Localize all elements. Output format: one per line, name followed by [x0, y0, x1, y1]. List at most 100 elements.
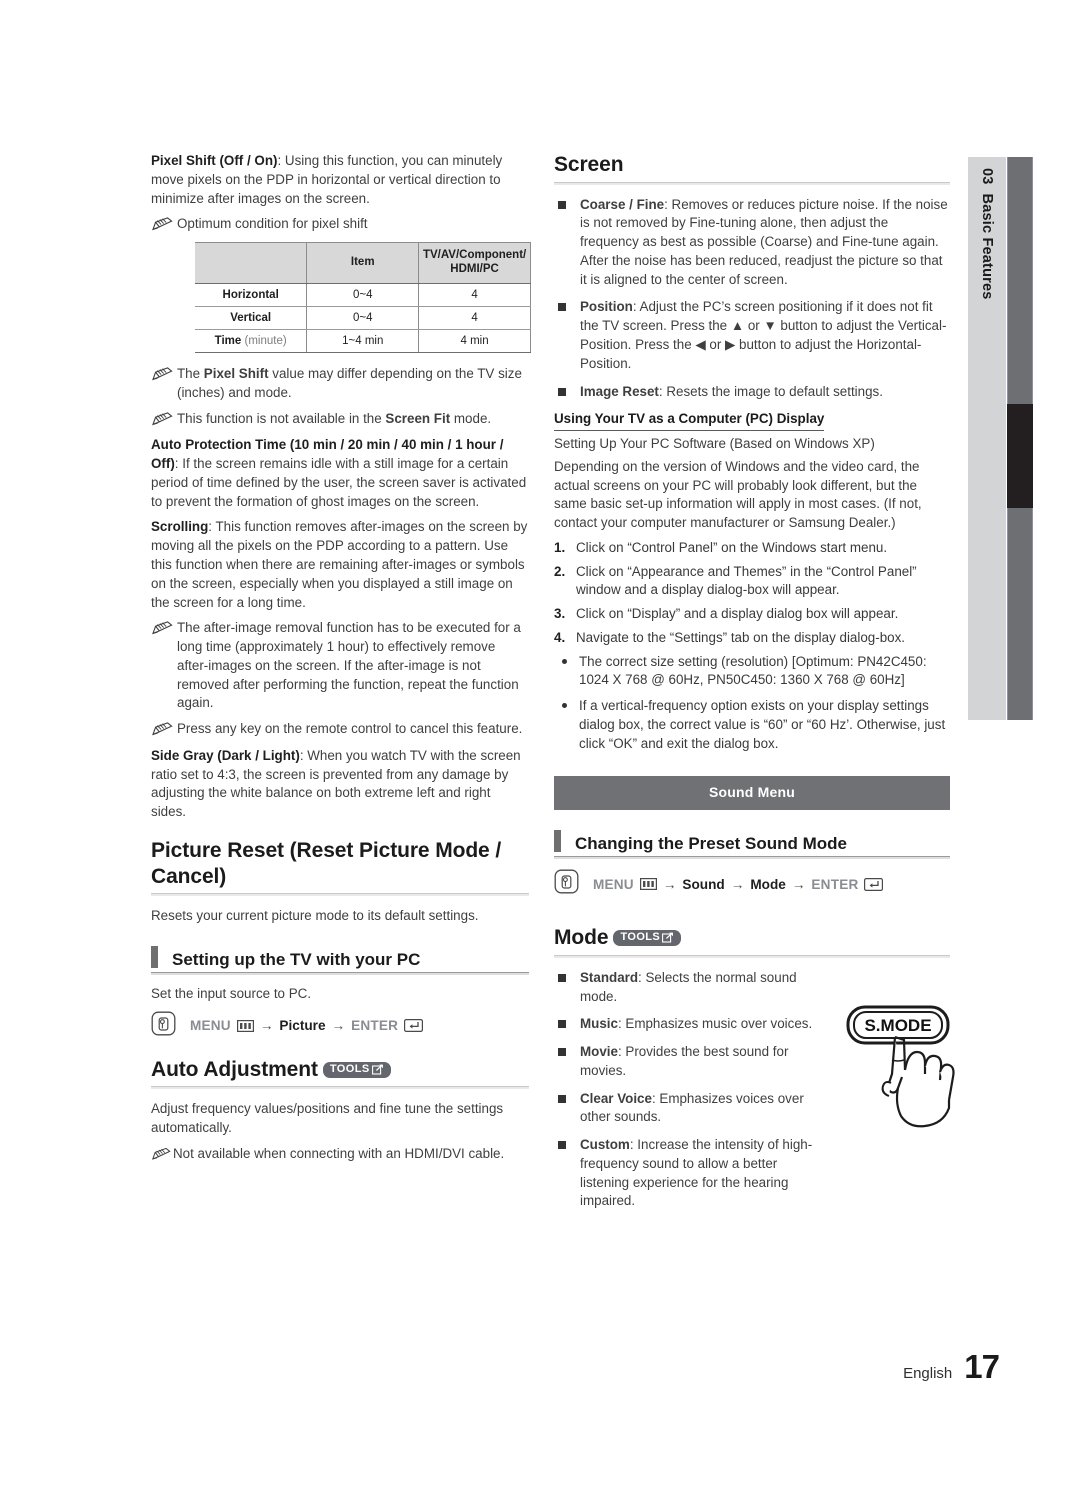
- mode-bullet-list: Standard: Selects the normal sound mode.…: [554, 969, 819, 1211]
- step-text: Click on “Control Panel” on the Windows …: [576, 539, 888, 555]
- bullet-term: Clear Voice: [580, 1090, 652, 1106]
- pc-display-subheading: Setting Up Your PC Software (Based on Wi…: [554, 436, 875, 452]
- picture-reset-body: Resets your current picture mode to its …: [151, 908, 479, 924]
- chapter-tab-label: 03 Basic Features: [968, 163, 1006, 726]
- table-cell-item: 0~4: [306, 282, 420, 307]
- auto-protection-text: : If the screen remains idle with a stil…: [151, 456, 527, 509]
- mode-heading: Mode TOOLS: [554, 925, 950, 951]
- table-cell-item: 1~4 min: [306, 328, 420, 354]
- page-footer: English 17: [903, 1344, 1000, 1390]
- table-row-label: Horizontal: [195, 282, 308, 307]
- bullet-term: Standard: [580, 969, 639, 985]
- note-auto-adjustment: Not available when connecting with an HD…: [151, 1145, 529, 1165]
- left-column: Pixel Shift (Off / On): Using this funct…: [151, 152, 531, 1172]
- screen-heading: Screen: [554, 153, 624, 176]
- note-screen-fit: This function is not available in the Sc…: [151, 410, 529, 430]
- table-header-item: Item: [306, 242, 420, 284]
- mode-bullet-movie: Movie: Provides the best sound for movie…: [554, 1043, 819, 1081]
- auto-adjustment-body: Adjust frequency values/positions and fi…: [151, 1101, 504, 1136]
- table-cell-value: 4: [418, 305, 531, 331]
- enter-label: ENTER: [811, 876, 859, 892]
- nav-step-sound: Sound: [682, 876, 725, 892]
- pixel-shift-table: Item TV/AV/Component/ HDMI/PC Horizontal…: [195, 242, 531, 354]
- chapter-tab: 03 Basic Features: [968, 157, 1006, 720]
- square-bullet-icon: [558, 1141, 566, 1150]
- menu-label: MENU: [593, 876, 634, 892]
- mode-bullet-standard: Standard: Selects the normal sound mode.: [554, 969, 819, 1007]
- tools-badge: TOOLS: [613, 930, 682, 947]
- screen-bullet-coarse-fine: Coarse / Fine: Removes or reduces pictur…: [554, 196, 950, 290]
- note-optimum-condition: Optimum condition for pixel shift: [151, 215, 529, 235]
- footer-language: English: [903, 1364, 953, 1382]
- step-text: Click on “Display” and a display dialog …: [576, 606, 899, 622]
- mode-bullet-music: Music: Emphasizes music over voices.: [554, 1015, 819, 1034]
- setting-up-pc-body: Set the input source to PC.: [151, 985, 312, 1001]
- note-optimum-condition-text: Optimum condition for pixel shift: [177, 216, 368, 232]
- nav-arrow-3: →: [791, 876, 806, 892]
- chapter-progress-marker: [1007, 404, 1033, 508]
- note-screen-fit-text: This function is not available in the Sc…: [177, 410, 492, 426]
- bullet-term: Image Reset: [580, 383, 659, 399]
- step-number: 3.: [554, 606, 566, 622]
- pc-display-note-text: The correct size setting (resolution) [O…: [579, 653, 927, 688]
- remote-button-label: S.MODE: [864, 1016, 931, 1035]
- picture-reset-section: Picture Reset (Reset Picture Mode / Canc…: [151, 838, 529, 926]
- nav-arrow-2: →: [730, 876, 745, 892]
- preset-sound-mode-section: Changing the Preset Sound Mode MENU → So…: [554, 830, 950, 899]
- bullet-term: Movie: [580, 1044, 618, 1060]
- dot-bullet-icon: [562, 703, 567, 709]
- tools-badge: TOOLS: [322, 1061, 391, 1078]
- pc-display-note: The correct size setting (resolution) [O…: [554, 653, 950, 691]
- pixel-shift-term: Pixel Shift (Off / On): [151, 153, 278, 168]
- pc-display-step: 1. Click on “Control Panel” on the Windo…: [554, 539, 950, 558]
- pc-display-note-text: If a vertical-frequency option exists on…: [579, 698, 946, 751]
- note-auto-adjustment-text: Not available when connecting with an HD…: [173, 1145, 505, 1161]
- hand-press-icon: [554, 869, 579, 899]
- pc-display-step: 2. Click on “Appearance and Themes” in t…: [554, 563, 950, 601]
- pc-display-step: 4. Navigate to the “Settings” tab on the…: [554, 629, 950, 648]
- table-cell-value: 4 min: [418, 328, 531, 354]
- bullet-text: : Emphasizes music over voices.: [617, 1016, 813, 1032]
- scrolling-text: : This function removes after-images on …: [151, 519, 528, 610]
- table-header-blank: [195, 242, 308, 284]
- scrolling-term: Scrolling: [151, 519, 209, 535]
- heading-rule: [554, 856, 950, 860]
- table-row: Vertical 0~4 4: [195, 305, 531, 331]
- tools-arrow-icon: [371, 1064, 383, 1075]
- enter-key-icon: [864, 877, 884, 891]
- heading-marker: [151, 945, 158, 968]
- square-bullet-icon: [558, 973, 566, 982]
- note-pixel-shift-value-text: The Pixel Shift value may differ dependi…: [177, 366, 522, 400]
- square-bullet-icon: [558, 303, 566, 312]
- pixel-shift-paragraph: Pixel Shift (Off / On): Using this funct…: [151, 152, 529, 208]
- pc-display-section: Using Your TV as a Computer (PC) Display…: [554, 410, 950, 753]
- manual-page: 03 Basic Features Pixel Shift (Off / On)…: [0, 0, 1080, 1494]
- nav-step-picture: Picture: [279, 1018, 326, 1034]
- menu-path-picture: MENU → Picture → ENTER: [151, 1011, 529, 1041]
- bullet-text: : Adjust the PC’s screen positioning if …: [580, 299, 947, 371]
- scrolling-paragraph: Scrolling: This function removes after-i…: [151, 518, 529, 612]
- dot-bullet-icon: [562, 658, 567, 664]
- setting-up-pc-heading-text: Setting up the TV with your PC: [172, 950, 421, 970]
- bullet-term: Coarse / Fine: [580, 196, 665, 212]
- square-bullet-icon: [558, 200, 566, 209]
- nav-arrow-2: →: [331, 1018, 346, 1034]
- setting-up-pc-heading: Setting up the TV with your PC: [151, 945, 529, 970]
- square-bullet-icon: [558, 1020, 566, 1029]
- bullet-term: Position: [580, 299, 633, 315]
- mode-bullet-custom: Custom: Increase the intensity of high-f…: [554, 1136, 819, 1211]
- step-number: 1.: [554, 539, 566, 555]
- pc-display-heading: Using Your TV as a Computer (PC) Display: [554, 410, 825, 432]
- bullet-text: : Resets the image to default settings.: [658, 383, 883, 399]
- note-pixel-shift-value: The Pixel Shift value may differ dependi…: [151, 365, 529, 403]
- chapter-name: Basic Features: [979, 193, 996, 300]
- note-press-any-key: Press any key on the remote control to c…: [151, 720, 529, 740]
- note-press-any-key-text: Press any key on the remote control to c…: [177, 721, 523, 737]
- heading-rule: [151, 893, 529, 897]
- pencil-icon: [151, 621, 173, 641]
- tools-badge-label: TOOLS: [620, 931, 661, 944]
- tools-badge-label: TOOLS: [329, 1062, 370, 1075]
- pencil-icon: [151, 1147, 171, 1167]
- note-after-image-removal: The after-image removal function has to …: [151, 619, 529, 713]
- auto-protection-paragraph: Auto Protection Time (10 min / 20 min / …: [151, 436, 529, 511]
